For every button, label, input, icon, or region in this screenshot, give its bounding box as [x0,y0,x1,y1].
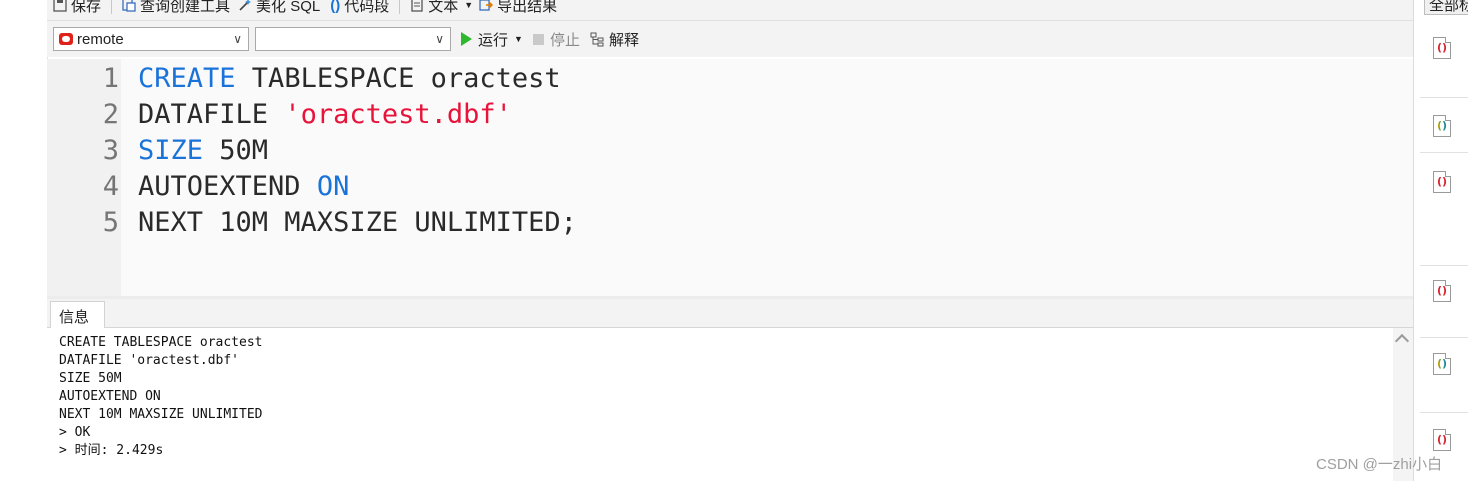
run-button[interactable]: 运行 ▼ [461,29,523,50]
code-line[interactable]: AUTOEXTEND ON [138,169,349,205]
sql-keyword: ON [316,171,350,202]
panel-divider [1420,265,1468,266]
stop-label: 停止 [549,31,580,49]
beautify-sql-button[interactable]: 美化 SQL [238,0,320,15]
text-document-icon [411,0,423,12]
left-gutter-strip [0,0,48,481]
result-tabbar: 信息 [47,299,1413,328]
code-line[interactable]: DATAFILE 'oractest.dbf' [138,97,512,133]
main-toolbar: 保存 查询创建工具 美化 SQL () 代码段 文本 ▼ 导出结果 [47,0,1413,21]
line-number: 2 [102,99,119,130]
line-number: 3 [102,135,119,166]
explain-plan-icon [590,32,604,46]
code-line[interactable]: SIZE 50M [138,133,268,169]
save-button[interactable]: 保存 [53,0,101,15]
export-results-button[interactable]: 导出结果 [479,0,557,15]
output-line: DATAFILE 'oractest.dbf' [59,353,240,368]
tab-info-label: 信息 [59,309,90,326]
chevron-down-icon: ∨ [233,32,242,46]
caret-down-icon[interactable]: ▼ [464,0,473,10]
run-label: 运行 [478,31,509,49]
panel-divider [1420,412,1468,413]
sql-editor[interactable]: 12345 CREATE TABLESPACE oractest DATAFILE… [47,59,1413,296]
line-number: 1 [102,63,119,94]
output-line: CREATE TABLESPACE oractest [59,335,263,350]
red-bracket-icon[interactable]: () [1433,37,1451,59]
stop-icon [532,33,544,45]
multicolor-bracket-icon[interactable]: () [1433,115,1451,137]
code-line[interactable]: CREATE TABLESPACE oractest [138,61,561,97]
toolbar-divider [111,0,113,14]
oracle-connection-icon [59,33,73,45]
all-button[interactable]: 全部标 [1424,0,1468,15]
run-toolbar: remote ∨ ∨ 运行 ▼ 停止 解释 [47,21,1413,57]
save-label: 保存 [71,0,102,15]
code-snippet-label: 代码段 [344,0,390,15]
save-icon [53,0,67,12]
query-builder-label: 查询创建工具 [140,0,231,15]
code-line[interactable]: NEXT 10M MAXSIZE UNLIMITED; [138,205,577,241]
sql-text: DATAFILE [138,99,285,130]
explain-button[interactable]: 解释 [590,29,639,50]
sql-keyword: CREATE [138,63,236,94]
panel-divider [1420,97,1468,98]
magic-wand-icon [239,0,252,11]
export-results-label: 导出结果 [497,0,558,15]
connection-select[interactable]: remote ∨ [53,27,249,51]
sql-keyword: SIZE [138,135,204,166]
bracket-glyph: () [1437,284,1448,297]
sql-text: 50M [203,135,269,166]
explain-label: 解释 [608,31,639,49]
watermark: CSDN @一zhi小白 [1316,456,1443,473]
panel-divider [1420,337,1468,338]
bracket-glyph: () [1437,433,1448,446]
output-line: > 时间: 2.429s [59,443,164,458]
sql-string: 'oractest.dbf' [284,99,512,130]
output-line: > OK [59,425,91,440]
code-snippet-button[interactable]: () 代码段 [330,0,389,15]
output-line: AUTOEXTEND ON [59,389,161,404]
play-icon [461,32,472,46]
tab-info[interactable]: 信息 [50,301,105,328]
bracket-glyph: () [1437,175,1448,188]
text-button[interactable]: 文本 ▼ [410,0,473,15]
export-icon [479,0,494,11]
bracket-glyph: () [1437,41,1448,54]
text-label: 文本 [428,0,459,15]
bracket-glyph: () [1437,357,1448,370]
bracket-glyph: () [1437,119,1448,132]
line-number: 4 [102,171,119,202]
panel-divider [1420,152,1468,153]
braces-icon: () [330,0,341,14]
multicolor-bracket-icon[interactable]: () [1433,353,1451,375]
line-number: 5 [102,207,119,238]
red-bracket-icon[interactable]: () [1433,280,1451,302]
query-builder-icon [122,0,136,12]
chevron-down-icon: ∨ [435,32,444,46]
database-select[interactable]: ∨ [255,27,451,51]
line-number-gutter: 1 2 3 4 5 [47,59,121,296]
caret-down-icon[interactable]: ▼ [514,34,523,44]
connection-value: remote [77,30,124,48]
output-line: SIZE 50M [59,371,122,386]
beautify-sql-label: 美化 SQL [256,0,321,15]
scroll-up-icon[interactable] [1394,333,1410,349]
sql-text: AUTOEXTEND [138,171,317,202]
code-area[interactable]: CREATE TABLESPACE oractest DATAFILE 'orac… [121,59,1413,296]
query-builder-button[interactable]: 查询创建工具 [122,0,230,15]
stop-button[interactable]: 停止 [532,29,580,50]
right-side-panel: 全部标 () () () () () () [1413,0,1468,481]
output-line: NEXT 10M MAXSIZE UNLIMITED [59,407,263,422]
red-bracket-icon[interactable]: () [1433,429,1451,451]
sql-text: TABLESPACE oractest [235,63,561,94]
sql-text: NEXT 10M MAXSIZE UNLIMITED; [138,207,577,238]
toolbar-divider [399,0,401,14]
info-output: CREATE TABLESPACE oractest DATAFILE 'orac… [47,328,1393,481]
red-bracket-icon[interactable]: () [1433,171,1451,193]
